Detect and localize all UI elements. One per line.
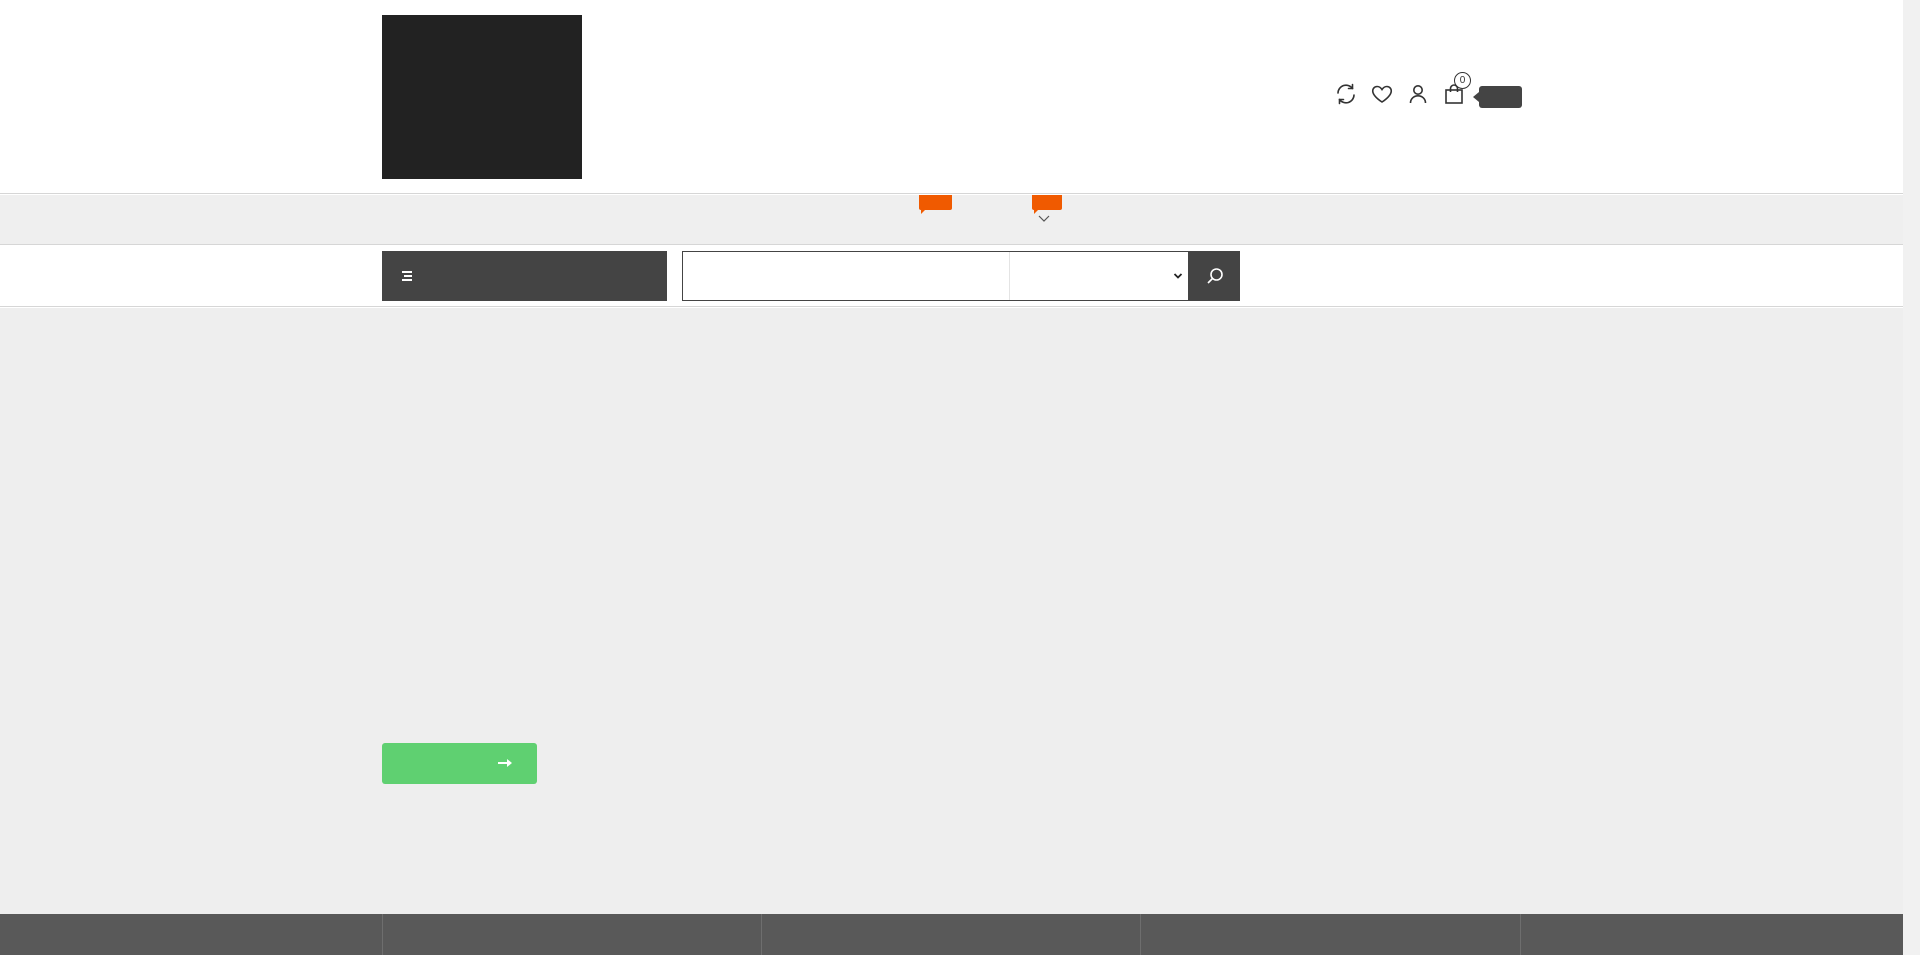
refresh-icon: [1337, 83, 1355, 105]
menu-lines-icon: [402, 271, 412, 281]
search-bar: [0, 246, 1903, 307]
search-input[interactable]: [683, 252, 1010, 300]
store-logo[interactable]: [382, 15, 582, 179]
heart-icon: [1371, 85, 1393, 103]
footer-column: [1140, 914, 1141, 955]
footer-column: [1520, 914, 1521, 955]
scrollbar[interactable]: [1903, 0, 1920, 955]
cart-count-badge: 0: [1454, 72, 1471, 89]
search-icon: [1206, 268, 1223, 284]
wishlist-button[interactable]: [1370, 82, 1394, 106]
arrow-right-icon: [498, 759, 512, 767]
search-form: [682, 251, 1189, 301]
chevron-down-icon: [1173, 273, 1183, 279]
header-actions: 0: [1334, 72, 1471, 108]
browse-categories-button[interactable]: [382, 251, 667, 301]
category-select[interactable]: [1011, 252, 1189, 300]
menu-badge: [1032, 195, 1062, 214]
user-icon: [1409, 85, 1427, 104]
main-navigation: [0, 195, 1903, 245]
footer-features-strip: [0, 914, 1903, 955]
hero-banner: [0, 308, 1903, 914]
cart-button[interactable]: 0: [1442, 72, 1471, 106]
compare-button[interactable]: [1334, 82, 1358, 106]
account-button[interactable]: [1406, 82, 1430, 106]
hero-cta-button[interactable]: [382, 743, 537, 784]
chevron-down-icon[interactable]: [1037, 211, 1051, 225]
search-button[interactable]: [1189, 251, 1240, 301]
footer-column: [382, 914, 383, 955]
footer-column: [761, 914, 762, 955]
site-header: 0: [0, 0, 1903, 194]
cart-total-tooltip[interactable]: [1473, 86, 1522, 108]
menu-badge: [919, 195, 952, 214]
